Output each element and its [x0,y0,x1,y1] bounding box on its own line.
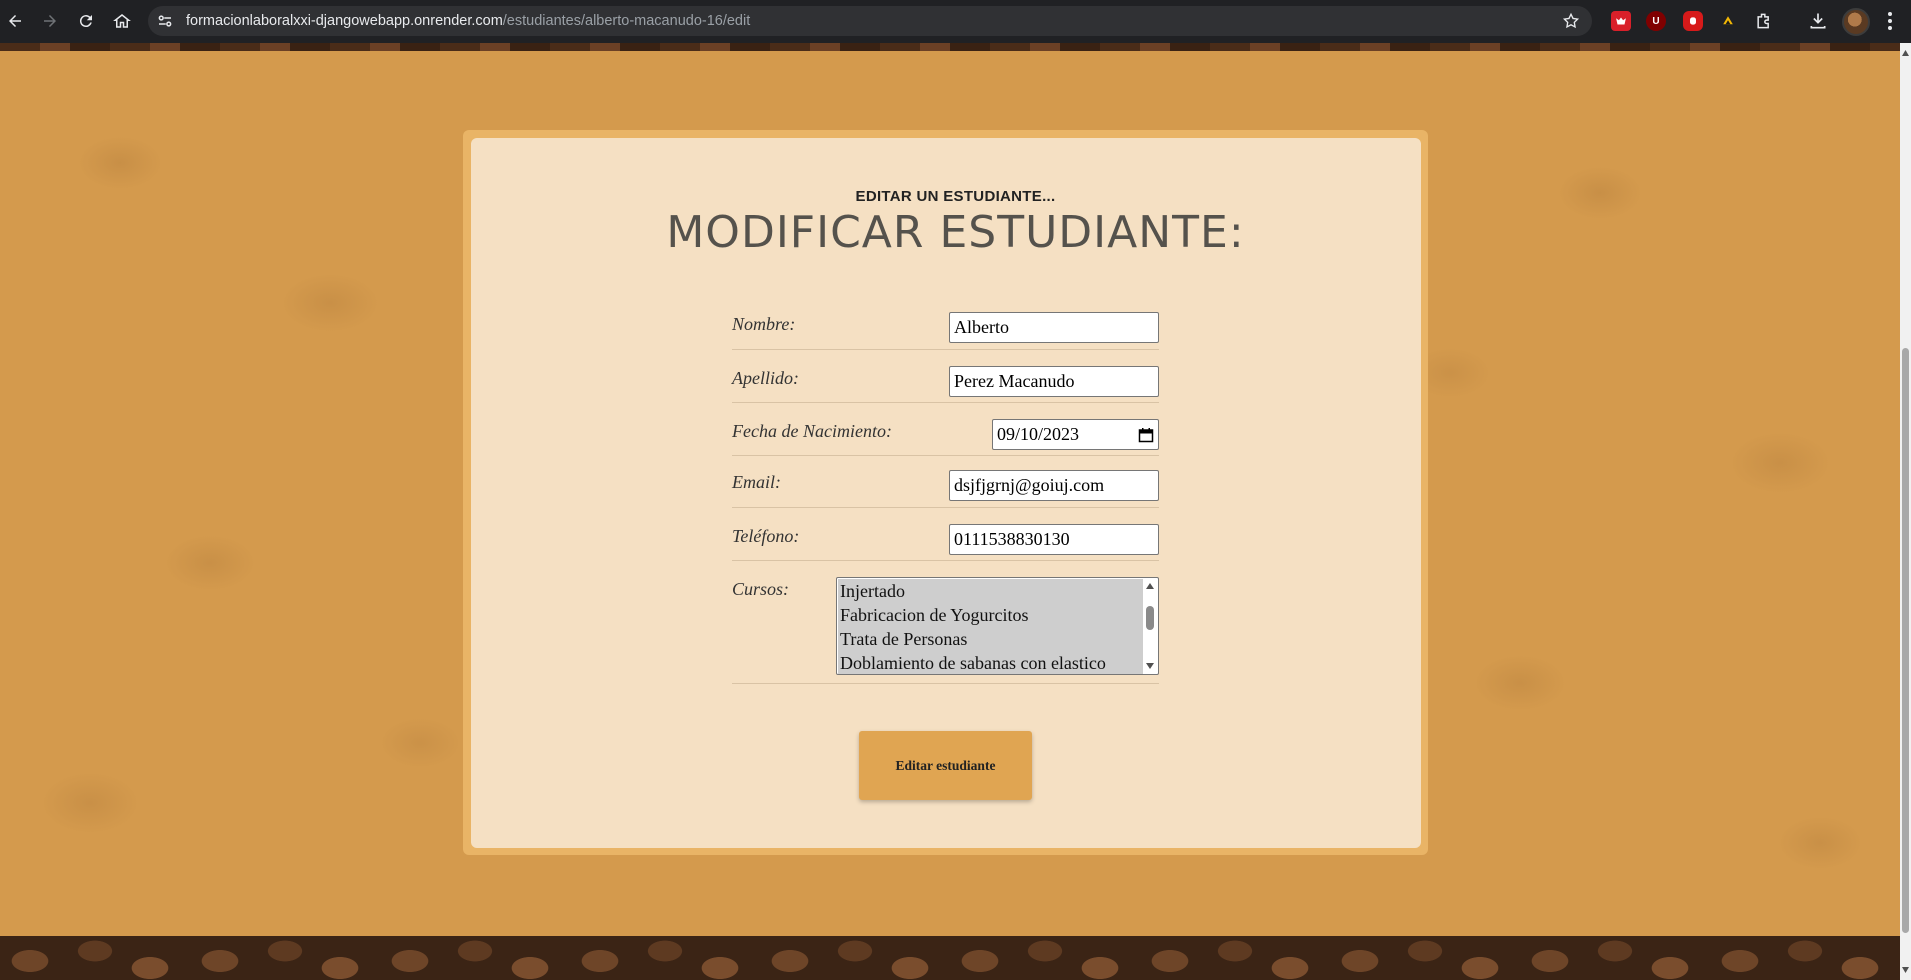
page-title: MODIFICAR ESTUDIANTE: [0,207,1911,258]
row-divider [732,683,1159,684]
menu-icon[interactable] [1884,10,1896,32]
scroll-down-icon[interactable] [1146,663,1154,669]
download-icon[interactable] [1808,11,1828,31]
fecha-field[interactable]: 09/10/2023 [992,419,1159,450]
scroll-up-icon[interactable] [1146,583,1154,589]
apellido-label: Apellido: [732,368,799,388]
form-subtitle: EDITAR UN ESTUDIANTE... [855,188,1056,205]
hand-icon[interactable] [1683,11,1703,31]
coffee-beans-strip-top [0,43,1900,51]
back-icon[interactable] [3,9,27,33]
telefono-field[interactable] [949,524,1159,555]
fecha-value: 09/10/2023 [997,424,1080,444]
list-item[interactable]: Doblamiento de sabanas con elastico [838,651,1143,674]
scroll-up-icon[interactable] [1902,50,1909,56]
url-text[interactable]: formacionlaboralxxi-djangowebapp.onrende… [186,13,750,29]
url-host: formacionlaboralxxi-djangowebapp.onrende… [186,13,503,29]
dog-icon[interactable] [1611,11,1631,31]
row-divider [732,507,1159,508]
row-divider [732,402,1159,403]
browser-toolbar: formacionlaboralxxi-djangowebapp.onrende… [0,0,1911,43]
cursos-label: Cursos: [732,579,790,599]
list-item[interactable]: Fabricacion de Yogurcitos [838,603,1143,627]
extensions-icon[interactable] [1754,11,1774,31]
forward-icon[interactable] [38,9,62,33]
cursos-select[interactable]: Injertado Fabricacion de Yogurcitos Trat… [836,577,1159,675]
reload-icon[interactable] [74,9,98,33]
scroll-thumb[interactable] [1902,348,1909,933]
address-bar[interactable]: formacionlaboralxxi-djangowebapp.onrende… [148,6,1592,36]
row-divider [732,349,1159,350]
telefono-label: Teléfono: [732,526,800,546]
nombre-label: Nombre: [732,314,796,334]
list-item[interactable]: Injertado [838,579,1143,603]
email-field[interactable] [949,470,1159,501]
nombre-field[interactable] [949,312,1159,343]
scroll-down-icon[interactable] [1902,967,1909,973]
calendar-icon[interactable] [1138,427,1154,443]
coffee-beans-strip-bottom [0,936,1900,980]
page-scrollbar[interactable] [1900,43,1911,980]
ublock-icon[interactable]: U [1646,11,1666,31]
scroll-thumb[interactable] [1146,606,1154,630]
apellido-field[interactable] [949,366,1159,397]
row-divider [732,560,1159,561]
ublock-label: U [1652,15,1660,27]
cursos-options: Injertado Fabricacion de Yogurcitos Trat… [838,579,1143,674]
site-info-icon[interactable] [156,12,174,30]
home-icon[interactable] [110,9,134,33]
row-divider [732,455,1159,456]
avatar[interactable] [1842,8,1870,36]
url-path: /estudiantes/alberto-macanudo-16/edit [502,13,751,29]
token-icon[interactable] [1718,11,1738,31]
cursos-scrollbar[interactable] [1143,579,1157,673]
fecha-label: Fecha de Nacimiento: [732,421,892,441]
submit-button[interactable]: Editar estudiante [859,731,1032,800]
star-icon[interactable] [1562,12,1580,30]
email-label: Email: [732,472,781,492]
list-item[interactable]: Trata de Personas [838,627,1143,651]
page-title-text: MODIFICAR ESTUDIANTE: [666,207,1245,258]
